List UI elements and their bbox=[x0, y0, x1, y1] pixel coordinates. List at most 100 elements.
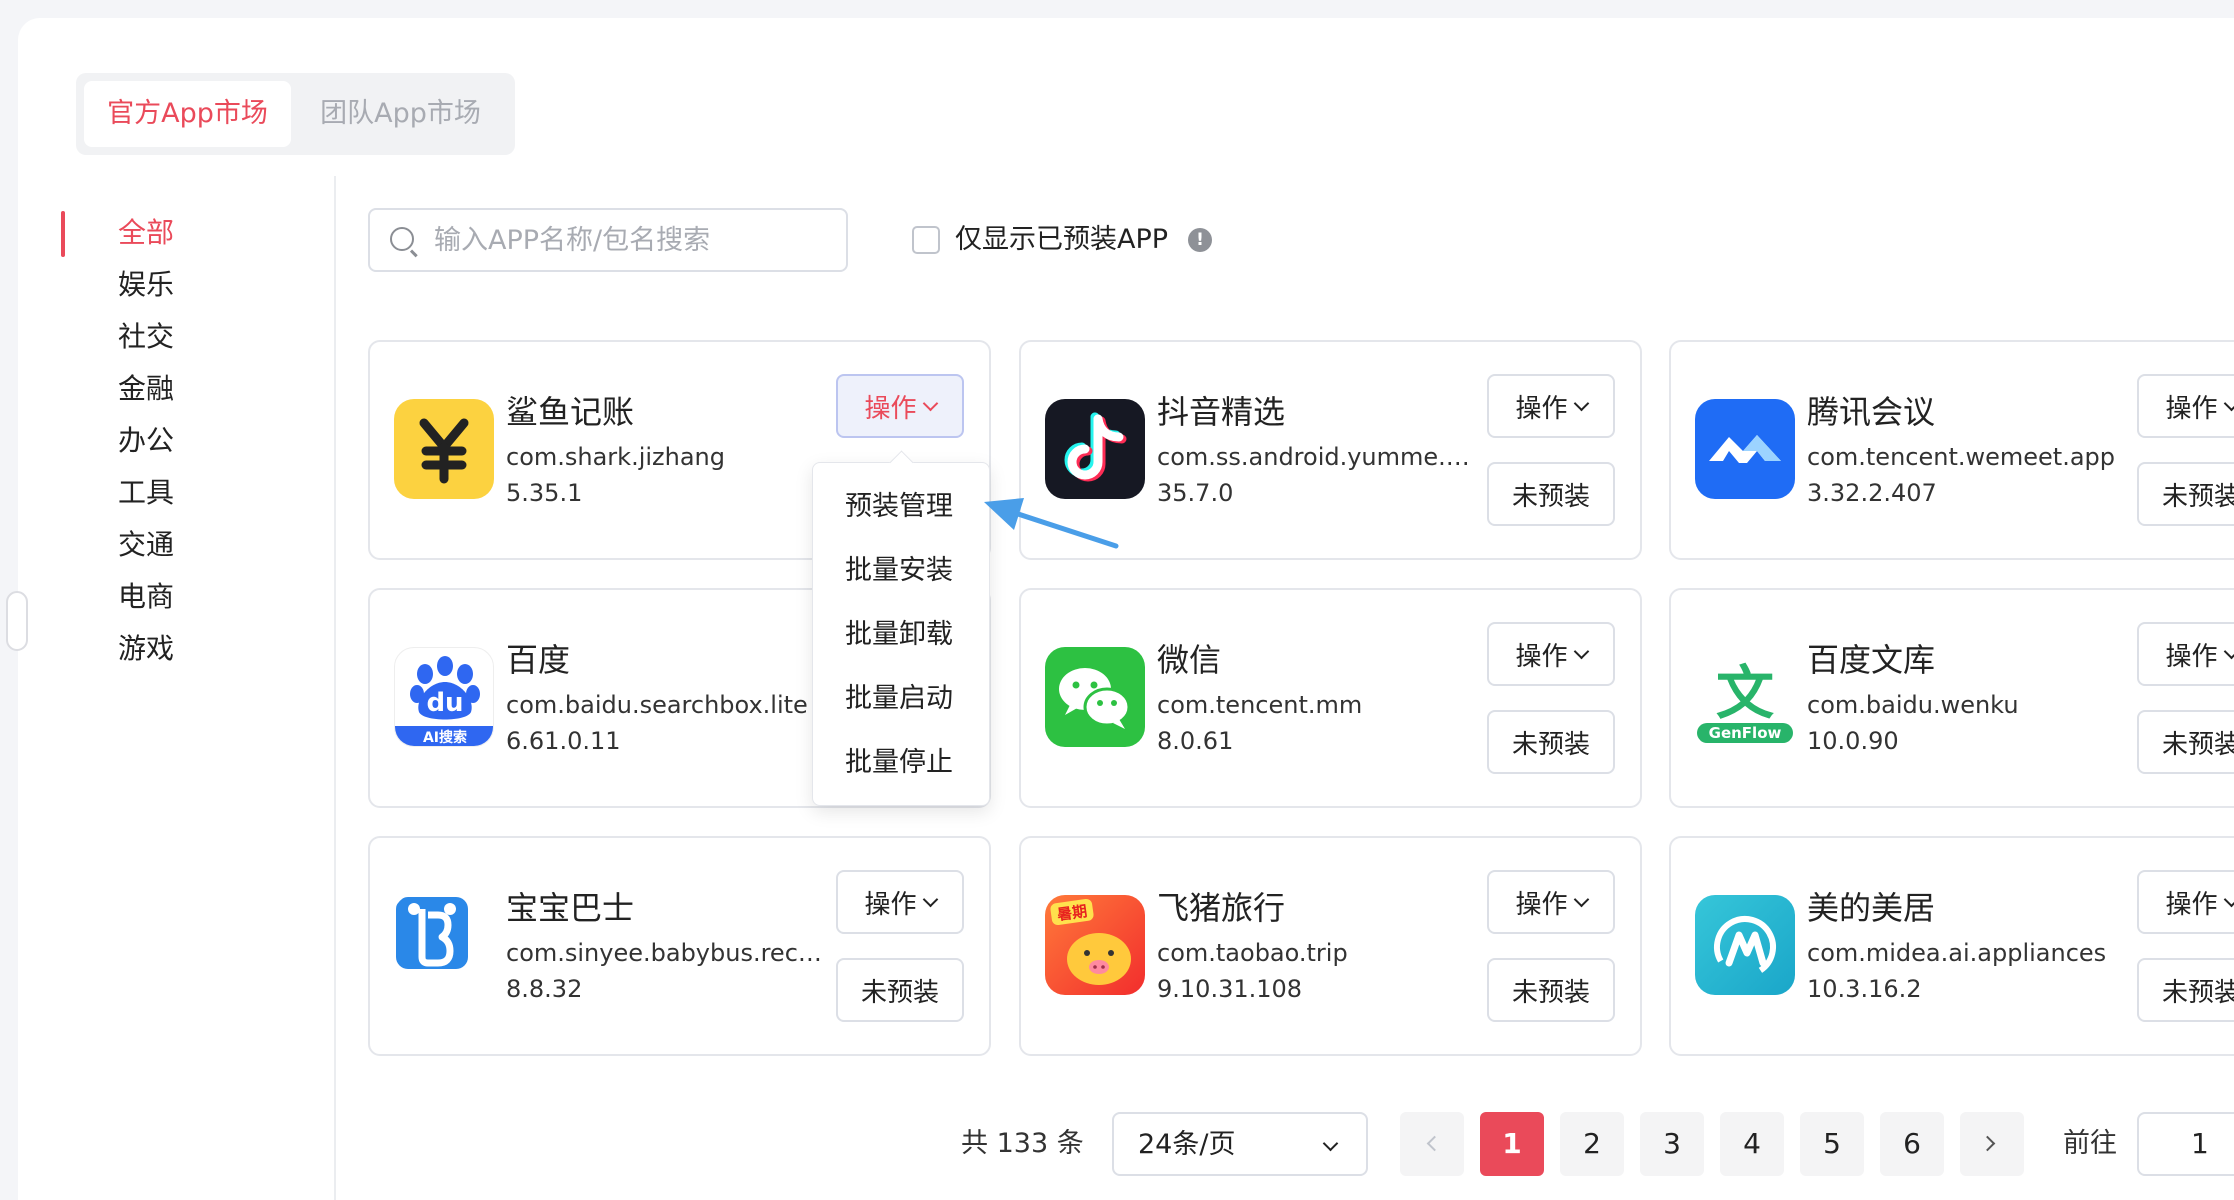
baidu-wenku-icon: 文 GenFlow bbox=[1695, 647, 1795, 747]
fliggy-icon: 暑期 bbox=[1045, 895, 1145, 995]
app-package: com.baidu.wenku bbox=[1807, 691, 2019, 719]
category-item-finance[interactable]: 金融 bbox=[118, 369, 174, 409]
chevron-down-icon bbox=[922, 891, 938, 907]
operate-dropdown-menu: 预装管理 批量安装 批量卸载 批量启动 批量停止 bbox=[812, 462, 990, 806]
wenku-icon-badge: GenFlow bbox=[1709, 724, 1782, 742]
search-icon bbox=[390, 227, 414, 251]
app-version: 10.3.16.2 bbox=[1807, 975, 1922, 1003]
category-active-indicator bbox=[61, 211, 65, 257]
chevron-down-icon bbox=[1573, 891, 1589, 907]
info-circle-icon[interactable]: ! bbox=[1188, 228, 1212, 252]
preinstall-status-button[interactable]: 未预装 bbox=[1487, 710, 1615, 774]
operate-button[interactable]: 操作 bbox=[1487, 870, 1615, 934]
app-version: 9.10.31.108 bbox=[1157, 975, 1303, 1003]
category-item-social[interactable]: 社交 bbox=[118, 317, 174, 357]
app-version: 10.0.90 bbox=[1807, 727, 1899, 755]
operate-button[interactable]: 操作 bbox=[1487, 374, 1615, 438]
tab-official-market[interactable]: 官方App市场 bbox=[84, 81, 291, 147]
chevron-left-icon bbox=[1426, 1135, 1443, 1152]
operate-label: 操作 bbox=[864, 889, 917, 920]
market-tabs: 官方App市场 团队App市场 bbox=[76, 73, 515, 155]
page-button[interactable]: 4 bbox=[1720, 1112, 1784, 1176]
chevron-down-icon bbox=[1322, 1135, 1339, 1152]
operate-button[interactable]: 操作 bbox=[2137, 622, 2234, 686]
wenku-icon-text: 文 bbox=[1716, 659, 1774, 727]
page-button[interactable]: 1 bbox=[1480, 1112, 1544, 1176]
menu-item-batch-install[interactable]: 批量安装 bbox=[845, 551, 953, 591]
operate-label: 操作 bbox=[1515, 393, 1568, 424]
operate-button[interactable]: 操作 bbox=[836, 870, 964, 934]
app-version: 6.61.0.11 bbox=[506, 727, 621, 755]
tencent-meeting-icon bbox=[1695, 399, 1795, 499]
category-item-ecommerce[interactable]: 电商 bbox=[118, 577, 174, 617]
preinstall-status-button[interactable]: 未预装 bbox=[2137, 958, 2234, 1022]
app-card: 微信 com.tencent.mm 8.0.61 操作 未预装 bbox=[1019, 588, 1642, 808]
app-package: com.sinyee.babybus.reco... bbox=[506, 939, 828, 967]
chevron-down-icon bbox=[1573, 643, 1589, 659]
search-box bbox=[368, 208, 848, 272]
category-item-office[interactable]: 办公 bbox=[118, 421, 174, 461]
operate-label: 操作 bbox=[864, 393, 917, 424]
operate-button[interactable]: 操作 bbox=[836, 374, 964, 438]
tab-team-market[interactable]: 团队App市场 bbox=[298, 81, 503, 147]
preinstall-status-button[interactable]: 未预装 bbox=[1487, 462, 1615, 526]
search-input[interactable] bbox=[434, 218, 834, 262]
pagination-total: 共 133 条 bbox=[961, 1128, 1084, 1159]
goto-label: 前往 bbox=[2063, 1128, 2117, 1159]
app-card: 暑期 飞猪旅行 com.taobao.trip 9.10.31.108 操作 未… bbox=[1019, 836, 1642, 1056]
menu-item-batch-start[interactable]: 批量启动 bbox=[845, 679, 953, 719]
app-version: 5.35.1 bbox=[506, 479, 583, 507]
category-item-all[interactable]: 全部 bbox=[118, 213, 174, 253]
operate-button[interactable]: 操作 bbox=[2137, 374, 2234, 438]
page-button[interactable]: 2 bbox=[1560, 1112, 1624, 1176]
app-card: 腾讯会议 com.tencent.wemeet.app 3.32.2.407 操… bbox=[1669, 340, 2234, 560]
app-version: 3.32.2.407 bbox=[1807, 479, 1937, 507]
app-version: 35.7.0 bbox=[1157, 479, 1234, 507]
app-name: 鲨鱼记账 bbox=[506, 393, 635, 431]
chevron-right-icon bbox=[1979, 1135, 1996, 1152]
preinstalled-only-label[interactable]: 仅显示已预装APP bbox=[955, 221, 1168, 259]
page-button[interactable]: 6 bbox=[1880, 1112, 1944, 1176]
page-size-select[interactable]: 24条/页 bbox=[1112, 1112, 1368, 1176]
baidu-icon: du AI搜索 bbox=[394, 647, 494, 747]
app-package: com.ss.android.yumme.vid... bbox=[1157, 443, 1479, 471]
app-name: 飞猪旅行 bbox=[1157, 889, 1286, 927]
category-divider bbox=[334, 176, 336, 1200]
category-item-games[interactable]: 游戏 bbox=[118, 629, 174, 669]
collapse-handle[interactable] bbox=[6, 591, 28, 651]
app-version: 8.0.61 bbox=[1157, 727, 1234, 755]
menu-item-batch-stop[interactable]: 批量停止 bbox=[845, 743, 953, 783]
category-item-tools[interactable]: 工具 bbox=[118, 473, 174, 513]
preinstalled-only-checkbox[interactable] bbox=[912, 226, 940, 254]
app-package: com.tencent.wemeet.app bbox=[1807, 443, 2116, 471]
next-page-button[interactable] bbox=[1960, 1112, 2024, 1176]
preinstall-status-button[interactable]: 未预装 bbox=[2137, 462, 2234, 526]
app-package: com.shark.jizhang bbox=[506, 443, 725, 471]
page-size-value: 24条/页 bbox=[1138, 1129, 1236, 1160]
menu-item-batch-uninstall[interactable]: 批量卸载 bbox=[845, 615, 953, 655]
prev-page-button[interactable] bbox=[1400, 1112, 1464, 1176]
preinstall-status-button[interactable]: 未预装 bbox=[1487, 958, 1615, 1022]
page-button[interactable]: 5 bbox=[1800, 1112, 1864, 1176]
baidu-icon-badge: AI搜索 bbox=[423, 729, 467, 746]
menu-item-preinstall-manage[interactable]: 预装管理 bbox=[845, 487, 953, 527]
app-card: 美的美居 com.midea.ai.appliances 10.3.16.2 操… bbox=[1669, 836, 2234, 1056]
operate-label: 操作 bbox=[2165, 641, 2218, 672]
goto-page-input[interactable]: 1 bbox=[2137, 1112, 2234, 1176]
app-name: 抖音精选 bbox=[1157, 393, 1286, 431]
chevron-down-icon bbox=[2223, 891, 2234, 907]
preinstall-status-button[interactable]: 未预装 bbox=[836, 958, 964, 1022]
app-card: 宝宝巴士 com.sinyee.babybus.reco... 8.8.32 操… bbox=[368, 836, 991, 1056]
preinstall-status-button[interactable]: 未预装 bbox=[2137, 710, 2234, 774]
operate-label: 操作 bbox=[1515, 889, 1568, 920]
category-item-entertainment[interactable]: 娱乐 bbox=[118, 265, 174, 305]
operate-button[interactable]: 操作 bbox=[2137, 870, 2234, 934]
chevron-down-icon bbox=[922, 395, 938, 411]
operate-button[interactable]: 操作 bbox=[1487, 622, 1615, 686]
app-version: 8.8.32 bbox=[506, 975, 583, 1003]
category-item-transport[interactable]: 交通 bbox=[118, 525, 174, 565]
babybus-icon bbox=[394, 895, 494, 995]
app-name: 美的美居 bbox=[1807, 889, 1936, 927]
operate-label: 操作 bbox=[2165, 393, 2218, 424]
page-button[interactable]: 3 bbox=[1640, 1112, 1704, 1176]
